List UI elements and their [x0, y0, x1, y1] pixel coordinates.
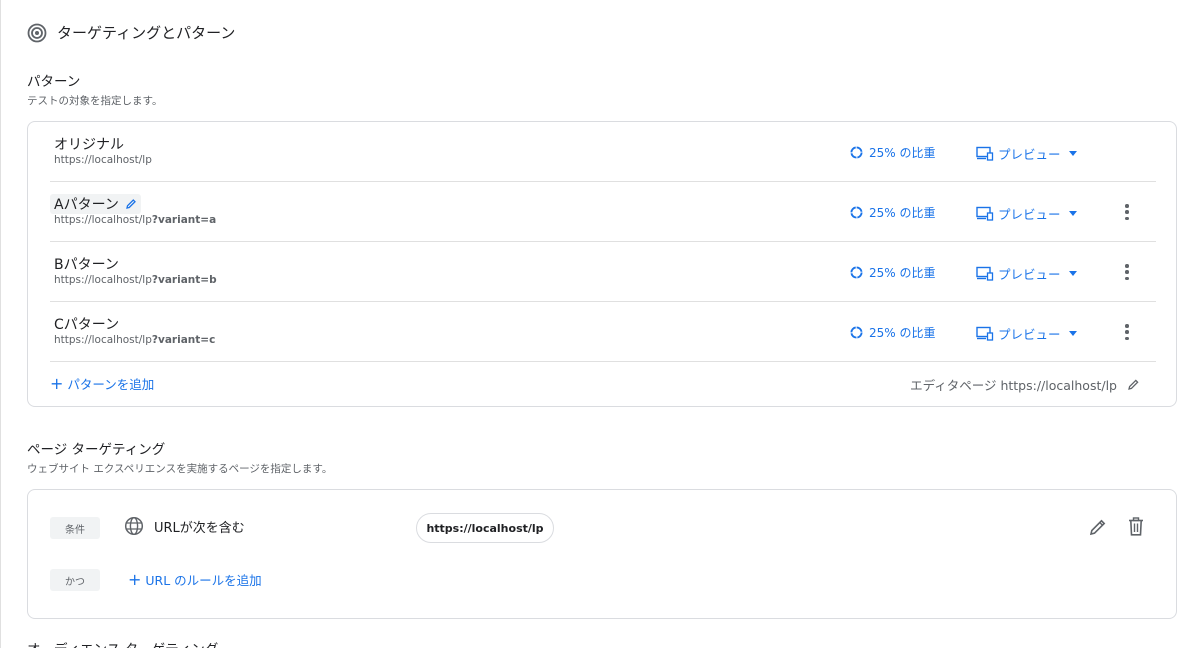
- edit-icon[interactable]: [1088, 517, 1108, 537]
- preview-dropdown[interactable]: プレビュー: [976, 324, 1077, 343]
- add-variant-button[interactable]: + パターンを追加: [50, 374, 154, 393]
- condition-value-chip[interactable]: https://localhost/lp: [416, 513, 554, 543]
- preview-dropdown[interactable]: プレビュー: [976, 144, 1077, 163]
- globe-icon: [124, 516, 144, 536]
- condition-rule: URLが次を含む: [124, 516, 245, 536]
- weight-circle-icon: [850, 326, 863, 339]
- variant-url-param: ?variant=a: [151, 214, 217, 226]
- variant-row: Cパターン https://localhost/lp?variant=c 25%…: [50, 302, 1156, 362]
- panel-title: ターゲティングとパターン: [57, 24, 236, 42]
- editor-page-link[interactable]: エディタページ https://localhost/lp: [910, 375, 1140, 394]
- variant-url-param: ?variant=c: [151, 334, 216, 346]
- weight-label: 25% の比重: [869, 326, 936, 340]
- weight-circle-icon: [850, 146, 863, 159]
- devices-icon: [976, 326, 994, 341]
- preview-label: プレビュー: [998, 147, 1061, 162]
- variant-name[interactable]: Aパターン: [50, 194, 141, 214]
- targeting-panel: ターゲティングとパターン パターン テストの対象を指定します。 オリジナル ht…: [0, 0, 1200, 648]
- variant-url-param: ?variant=b: [151, 274, 217, 286]
- page-targeting-description: ウェブサイト エクスペリエンスを実施するページを指定します。: [27, 463, 333, 475]
- variant-url-base: https://localhost/lp: [54, 274, 152, 286]
- weight-link[interactable]: 25% の比重: [850, 324, 936, 341]
- variant-name: Bパターン: [54, 254, 119, 274]
- variant-url-base: https://localhost/lp: [54, 154, 152, 166]
- weight-circle-icon: [850, 266, 863, 279]
- more-options-icon[interactable]: [1117, 202, 1137, 222]
- variant-name-label: Cパターン: [54, 317, 120, 333]
- weight-label: 25% の比重: [869, 146, 936, 160]
- variant-name-label: オリジナル: [54, 137, 124, 153]
- variants-section-title: パターン: [27, 74, 81, 90]
- devices-icon: [976, 146, 994, 161]
- variant-name: オリジナル: [54, 134, 124, 154]
- variant-url: https://localhost/lp: [54, 154, 152, 166]
- weight-label: 25% の比重: [869, 266, 936, 280]
- editor-page-label: エディタページ https://localhost/lp: [910, 378, 1117, 393]
- condition-chip: 条件: [50, 517, 100, 539]
- preview-dropdown[interactable]: プレビュー: [976, 204, 1077, 223]
- variants-section-description: テストの対象を指定します。: [27, 95, 163, 107]
- page-targeting-title: ページ ターゲティング: [27, 442, 166, 458]
- and-chip: かつ: [50, 569, 100, 591]
- chevron-down-icon: [1068, 151, 1077, 156]
- chevron-down-icon: [1068, 211, 1077, 216]
- weight-link[interactable]: 25% の比重: [850, 264, 936, 281]
- edit-icon[interactable]: [1127, 378, 1140, 391]
- variant-row: オリジナル https://localhost/lp 25% の比重 プレビュー: [50, 122, 1156, 182]
- page-targeting-card: 条件 URLが次を含む https://localhost/lp かつ + UR…: [27, 489, 1177, 619]
- plus-icon: +: [50, 373, 64, 393]
- target-icon: [27, 23, 47, 42]
- variant-name-label: Bパターン: [54, 257, 119, 273]
- add-url-rule-label: URL のルールを追加: [145, 573, 262, 588]
- add-variant-label: パターンを追加: [67, 377, 155, 392]
- edit-name-icon[interactable]: [125, 198, 137, 210]
- add-url-rule-button[interactable]: + URL のルールを追加: [128, 570, 262, 589]
- variant-name: Cパターン: [54, 314, 119, 334]
- preview-label: プレビュー: [998, 327, 1061, 342]
- devices-icon: [976, 206, 994, 221]
- weight-link[interactable]: 25% の比重: [850, 144, 936, 161]
- variant-url-base: https://localhost/lp: [54, 334, 152, 346]
- chevron-down-icon: [1068, 271, 1077, 276]
- devices-icon: [976, 266, 994, 281]
- variant-url: https://localhost/lp?variant=c: [54, 334, 215, 346]
- variant-url-base: https://localhost/lp: [54, 214, 152, 226]
- variant-url: https://localhost/lp?variant=b: [54, 274, 217, 286]
- chevron-down-icon: [1068, 331, 1077, 336]
- more-options-icon[interactable]: [1117, 322, 1137, 342]
- weight-link[interactable]: 25% の比重: [850, 204, 936, 221]
- condition-text: URLが次を含む: [154, 520, 245, 536]
- variant-name-label: Aパターン: [54, 197, 119, 213]
- plus-icon: +: [128, 569, 142, 589]
- more-options-icon[interactable]: [1117, 262, 1137, 282]
- weight-circle-icon: [850, 206, 863, 219]
- variant-url: https://localhost/lp?variant=a: [54, 214, 216, 226]
- delete-icon[interactable]: [1128, 517, 1144, 536]
- weight-label: 25% の比重: [869, 206, 936, 220]
- variant-row: Bパターン https://localhost/lp?variant=b 25%…: [50, 242, 1156, 302]
- audience-targeting-title: オーディエンス ターゲティング: [27, 638, 218, 648]
- panel-header: ターゲティングとパターン: [27, 22, 235, 43]
- preview-label: プレビュー: [998, 267, 1061, 282]
- preview-label: プレビュー: [998, 207, 1061, 222]
- preview-dropdown[interactable]: プレビュー: [976, 264, 1077, 283]
- variant-row: Aパターン https://localhost/lp?variant=a 25%…: [50, 182, 1156, 242]
- variants-card: オリジナル https://localhost/lp 25% の比重 プレビュー…: [27, 121, 1177, 407]
